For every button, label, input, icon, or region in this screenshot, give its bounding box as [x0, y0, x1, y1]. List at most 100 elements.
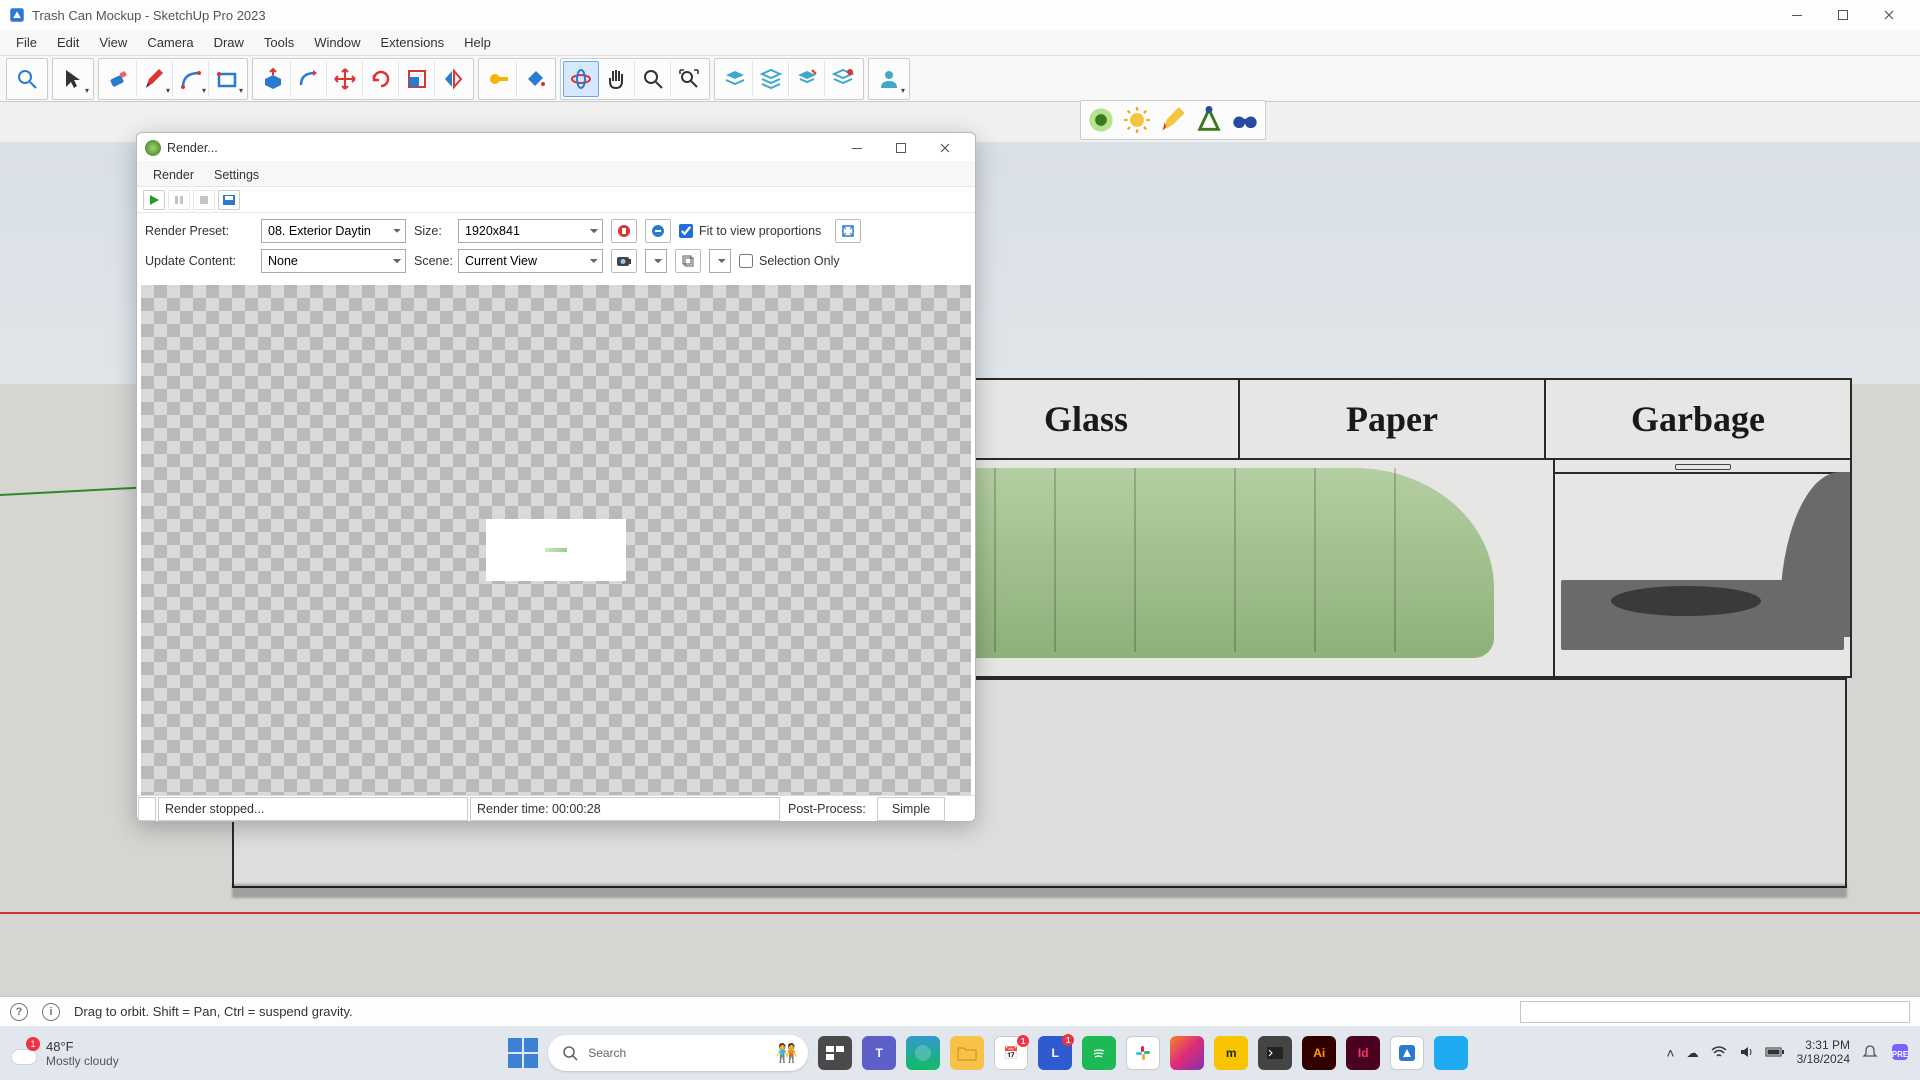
scenes-tool-icon[interactable] [825, 61, 861, 97]
system-tray: ˄ ☁ 3:31 PM 3/18/2024 PRE [1666, 1039, 1910, 1067]
dialog-minimize-button[interactable] [835, 133, 879, 163]
menu-bar: File Edit View Camera Draw Tools Window … [0, 30, 1920, 56]
edit-pencil-icon[interactable] [1155, 103, 1191, 137]
search-placeholder: Search [588, 1046, 626, 1060]
start-button[interactable] [508, 1038, 538, 1068]
taskbar-app-loop[interactable]: L1 [1038, 1036, 1072, 1070]
menu-tools[interactable]: Tools [254, 32, 304, 53]
scene-select[interactable]: Current View [458, 249, 603, 273]
tray-volume-icon[interactable] [1739, 1045, 1753, 1062]
tray-battery-icon[interactable] [1765, 1046, 1785, 1061]
copy-select[interactable] [709, 249, 731, 273]
materials-tool-icon[interactable] [789, 61, 825, 97]
tape-measure-tool-icon[interactable] [481, 61, 517, 97]
render-start-icon[interactable] [1083, 103, 1119, 137]
taskbar-app-edge[interactable] [906, 1036, 940, 1070]
arc-tool-icon[interactable]: ▾ [173, 61, 209, 97]
measurements-input[interactable] [1520, 1001, 1910, 1023]
help-icon[interactable]: ? [10, 1003, 28, 1021]
menu-window[interactable]: Window [304, 32, 370, 53]
dialog-close-button[interactable] [923, 133, 967, 163]
taskbar-app-spotify[interactable] [1082, 1036, 1116, 1070]
zoom-tool-icon[interactable] [635, 61, 671, 97]
selection-only-checkbox[interactable]: Selection Only [739, 254, 840, 268]
size-label: Size: [414, 224, 450, 238]
camera-icon[interactable] [611, 249, 637, 273]
rotate-tool-icon[interactable] [363, 61, 399, 97]
taskbar-weather[interactable]: 1 48°F Mostly cloudy [10, 1039, 310, 1068]
update-content-label: Update Content: [145, 254, 253, 268]
follow-me-tool-icon[interactable] [291, 61, 327, 97]
taskbar-app-instagram[interactable] [1170, 1036, 1204, 1070]
update-content-select[interactable]: None [261, 249, 406, 273]
menu-help[interactable]: Help [454, 32, 501, 53]
expand-icon[interactable] [835, 219, 861, 243]
render-save-button[interactable] [218, 190, 240, 210]
move-tool-icon[interactable] [327, 61, 363, 97]
taskbar-app-indesign[interactable]: Id [1346, 1036, 1380, 1070]
pan-tool-icon[interactable] [599, 61, 635, 97]
scale-tool-icon[interactable] [399, 61, 435, 97]
vertex-icon[interactable] [1191, 103, 1227, 137]
menu-extensions[interactable]: Extensions [371, 32, 455, 53]
tray-copilot-icon[interactable]: PRE [1890, 1042, 1910, 1065]
layers-tool-icon[interactable] [717, 61, 753, 97]
render-preview[interactable] [141, 285, 971, 795]
zoom-extents-tool-icon[interactable] [671, 61, 707, 97]
close-button[interactable] [1866, 0, 1912, 30]
taskbar-app-sketchup[interactable] [1390, 1036, 1424, 1070]
taskbar-app-teams[interactable]: T [862, 1036, 896, 1070]
dialog-menu-render[interactable]: Render [143, 166, 204, 184]
select-tool-icon[interactable]: ▾ [55, 61, 91, 97]
render-preset-select[interactable]: 08. Exterior Daytin [261, 219, 406, 243]
flip-tool-icon[interactable] [435, 61, 471, 97]
render-play-button[interactable] [143, 190, 165, 210]
taskbar-search[interactable]: Search 🧑‍🤝‍🧑 [548, 1035, 808, 1071]
copy-icon[interactable] [675, 249, 701, 273]
paint-bucket-tool-icon[interactable] [517, 61, 553, 97]
tray-notifications-icon[interactable] [1862, 1044, 1878, 1063]
sun-icon[interactable] [1119, 103, 1155, 137]
taskbar-app-taskview[interactable] [818, 1036, 852, 1070]
menu-file[interactable]: File [6, 32, 47, 53]
taskbar-app-calendar[interactable]: 📅1 [994, 1036, 1028, 1070]
minimize-button[interactable] [1774, 0, 1820, 30]
outliner-tool-icon[interactable] [753, 61, 789, 97]
menu-draw[interactable]: Draw [204, 32, 254, 53]
taskbar-app-terminal[interactable] [1258, 1036, 1292, 1070]
render-pause-button[interactable] [168, 190, 190, 210]
render-stop-button[interactable] [193, 190, 215, 210]
tray-wifi-icon[interactable] [1711, 1046, 1727, 1061]
maximize-button[interactable] [1820, 0, 1866, 30]
push-pull-tool-icon[interactable] [255, 61, 291, 97]
window-title: Trash Can Mockup - SketchUp Pro 2023 [32, 8, 266, 23]
tray-chevron-icon[interactable]: ˄ [1666, 1045, 1674, 1061]
camera-select[interactable] [645, 249, 667, 273]
fit-proportions-checkbox[interactable]: Fit to view proportions [679, 224, 821, 238]
menu-camera[interactable]: Camera [137, 32, 203, 53]
aspect-free-icon[interactable] [645, 219, 671, 243]
dialog-menu-settings[interactable]: Settings [204, 166, 269, 184]
eraser-tool-icon[interactable] [101, 61, 137, 97]
taskbar-app-illustrator[interactable]: Ai [1302, 1036, 1336, 1070]
aspect-lock-icon[interactable] [611, 219, 637, 243]
search-tool-icon[interactable] [9, 61, 45, 97]
menu-edit[interactable]: Edit [47, 32, 89, 53]
menu-view[interactable]: View [89, 32, 137, 53]
taskbar-clock[interactable]: 3:31 PM 3/18/2024 [1797, 1039, 1850, 1067]
orbit-tool-icon[interactable] [563, 61, 599, 97]
taskbar-app-slack[interactable] [1126, 1036, 1160, 1070]
pencil-tool-icon[interactable]: ▾ [137, 61, 173, 97]
dialog-title-bar[interactable]: Render... [137, 133, 975, 163]
taskbar-app-miro[interactable]: m [1214, 1036, 1248, 1070]
profile-tool-icon[interactable]: ▾ [871, 61, 907, 97]
binoculars-icon[interactable] [1227, 103, 1263, 137]
dialog-maximize-button[interactable] [879, 133, 923, 163]
taskbar-app-generic[interactable] [1434, 1036, 1468, 1070]
rectangle-tool-icon[interactable]: ▾ [209, 61, 245, 97]
info-icon[interactable]: i [42, 1003, 60, 1021]
tray-onedrive-icon[interactable]: ☁ [1687, 1046, 1699, 1060]
taskbar-app-explorer[interactable] [950, 1036, 984, 1070]
post-process-value[interactable]: Simple [877, 797, 945, 821]
size-select[interactable]: 1920x841 [458, 219, 603, 243]
